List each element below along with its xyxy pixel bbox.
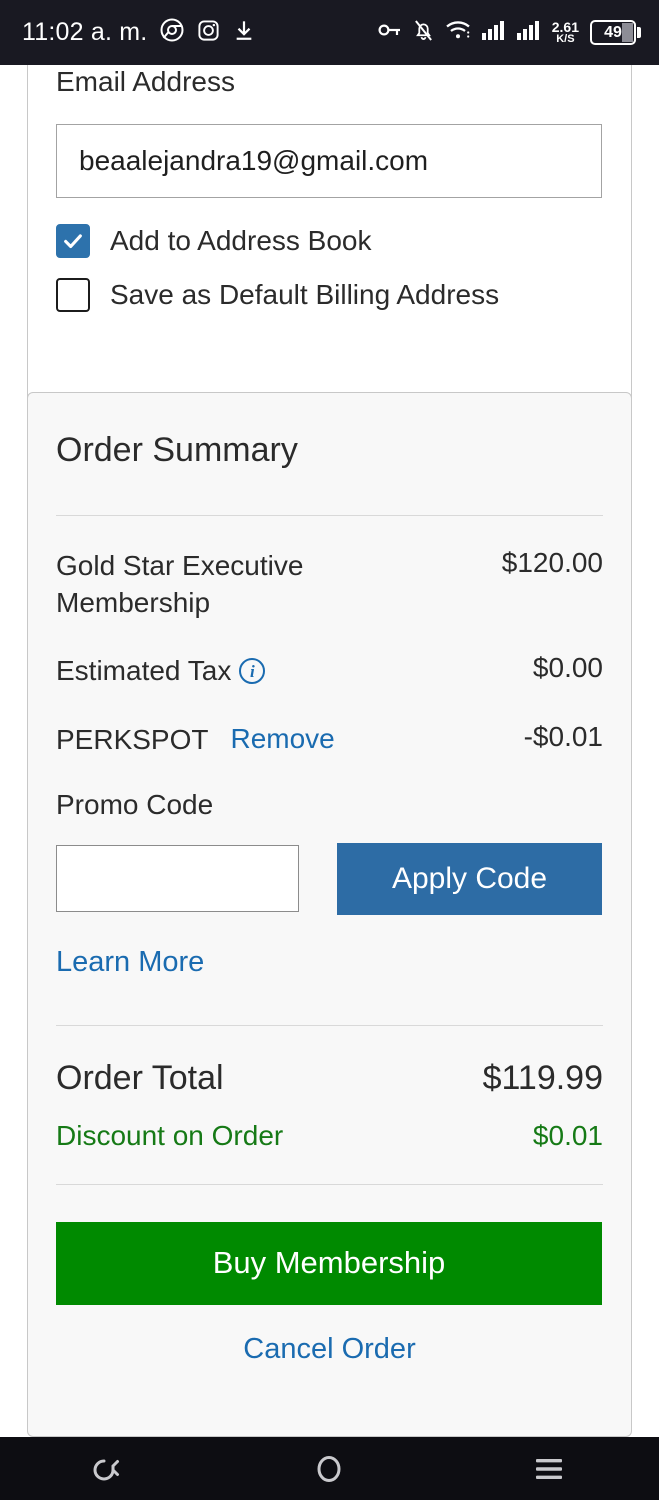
download-icon <box>233 19 255 47</box>
info-circle-icon[interactable]: i <box>239 658 266 685</box>
vpn-key-icon <box>378 21 402 44</box>
instagram-icon <box>197 19 220 47</box>
order-summary-card: Order Summary Gold Star Executive Member… <box>27 392 632 1437</box>
line-item-membership-value: $120.00 <box>501 547 603 578</box>
order-summary-title: Order Summary <box>56 431 298 469</box>
home-icon[interactable] <box>289 1437 369 1500</box>
promo-code-input[interactable] <box>56 845 299 913</box>
order-total-label: Order Total <box>56 1058 224 1097</box>
signal-bars-2-icon <box>516 20 541 45</box>
checkbox-label-address-book: Add to Address Book <box>110 225 372 256</box>
chrome-icon <box>160 18 184 47</box>
line-item-tax: Estimated Tax i $0.00 <box>56 652 603 689</box>
order-total-row: Order Total $119.99 <box>56 1059 603 1098</box>
discount-row: Discount on Order $0.01 <box>56 1120 603 1152</box>
checkbox-save-default-billing[interactable] <box>56 278 90 312</box>
apply-code-button[interactable]: Apply Code <box>337 842 602 915</box>
network-speed-value: 2.61 <box>551 19 579 35</box>
notifications-muted-icon <box>413 19 434 47</box>
email-address-label: Email Address <box>56 66 235 97</box>
status-bar: 11:02 a. m. 2.61 K/S 49 <box>0 0 659 65</box>
cancel-order-link[interactable]: Cancel Order <box>56 1333 603 1366</box>
menu-icon[interactable] <box>509 1437 589 1500</box>
line-item-tax-value: $0.00 <box>532 652 603 684</box>
battery-indicator: 49 <box>590 20 641 45</box>
line-item-perkspot-label: PERKSPOT <box>56 723 209 755</box>
signal-bars-icon <box>481 20 506 45</box>
order-total-value: $119.99 <box>482 1058 603 1097</box>
buy-membership-button[interactable]: Buy Membership <box>56 1221 602 1305</box>
checkbox-add-to-address-book[interactable] <box>56 224 90 258</box>
remove-promo-link[interactable]: Remove <box>230 723 334 755</box>
line-item-tax-label: Estimated Tax <box>56 655 232 687</box>
promo-code-label: Promo Code <box>56 788 214 820</box>
learn-more-link[interactable]: Learn More <box>56 946 204 979</box>
divider-bottom <box>56 1183 603 1185</box>
checkbox-row-default-billing[interactable]: Save as Default Billing Address <box>56 278 603 312</box>
checkbox-label-default-billing: Save as Default Billing Address <box>110 279 500 310</box>
line-item-tax-label-group: Estimated Tax i <box>56 652 266 689</box>
status-bar-right: 2.61 K/S 49 <box>378 19 641 47</box>
status-bar-left: 11:02 a. m. <box>22 18 255 47</box>
system-navigation-bar <box>0 1437 659 1500</box>
billing-address-card: Email Address beaalejandra19@gmail.com A… <box>27 65 632 403</box>
divider-top <box>56 515 603 516</box>
phone-screen: 11:02 a. m. 2.61 K/S 49 Email Address be… <box>0 0 659 1500</box>
discount-value: $0.01 <box>532 1119 603 1151</box>
clock: 11:02 a. m. <box>22 18 148 46</box>
divider-middle <box>56 1024 603 1026</box>
line-item-perkspot-value: -$0.01 <box>523 720 603 752</box>
battery-level: 49 <box>604 23 622 41</box>
line-item-membership: Gold Star Executive Membership $120.00 <box>56 547 603 621</box>
checkout-page: Email Address beaalejandra19@gmail.com A… <box>0 65 659 1437</box>
promo-code-row: Apply Code <box>56 842 603 915</box>
line-item-membership-label: Gold Star Executive Membership <box>56 550 304 619</box>
network-speed-indicator: 2.61 K/S <box>552 20 579 45</box>
network-speed-unit: K/S <box>556 33 575 45</box>
discount-label: Discount on Order <box>56 1119 284 1151</box>
wifi-icon <box>445 20 471 45</box>
checkbox-row-address-book[interactable]: Add to Address Book <box>56 224 603 258</box>
back-icon[interactable] <box>70 1437 150 1500</box>
line-item-perkspot: PERKSPOT Remove -$0.01 <box>56 721 603 758</box>
line-item-perkspot-label-group: PERKSPOT Remove <box>56 721 335 758</box>
email-input[interactable]: beaalejandra19@gmail.com <box>56 124 602 198</box>
